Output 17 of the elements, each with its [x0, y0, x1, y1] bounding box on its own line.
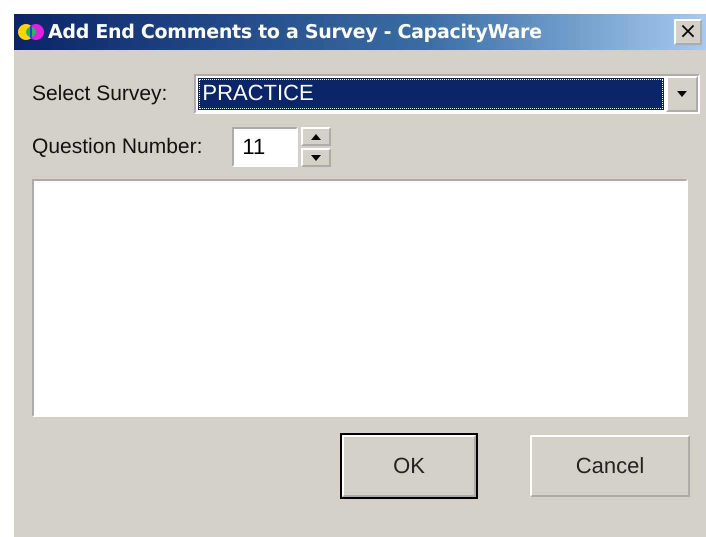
survey-value: PRACTICE	[198, 78, 664, 110]
up-arrow-icon	[311, 134, 322, 140]
dropdown-button[interactable]	[666, 76, 698, 112]
close-button[interactable]: ×	[674, 19, 702, 45]
dialog-button[interactable]: Cancel	[530, 435, 690, 497]
spin-down-button[interactable]	[301, 148, 332, 167]
question-number-label: Question Number:	[32, 135, 202, 159]
app-logo-icon	[18, 22, 44, 42]
question-number-field[interactable]: 11	[232, 127, 298, 167]
select-survey-label: Select Survey:	[32, 82, 168, 106]
dialog-button[interactable]: OK	[342, 435, 476, 497]
comments-field[interactable]	[32, 179, 688, 417]
spin-up-button[interactable]	[301, 127, 332, 146]
window-title: Add End Comments to a Survey - CapacityWare	[48, 21, 543, 43]
down-arrow-icon	[311, 154, 322, 160]
caret-icon	[677, 91, 687, 97]
survey-dropdown[interactable]: PRACTICE	[194, 74, 700, 114]
